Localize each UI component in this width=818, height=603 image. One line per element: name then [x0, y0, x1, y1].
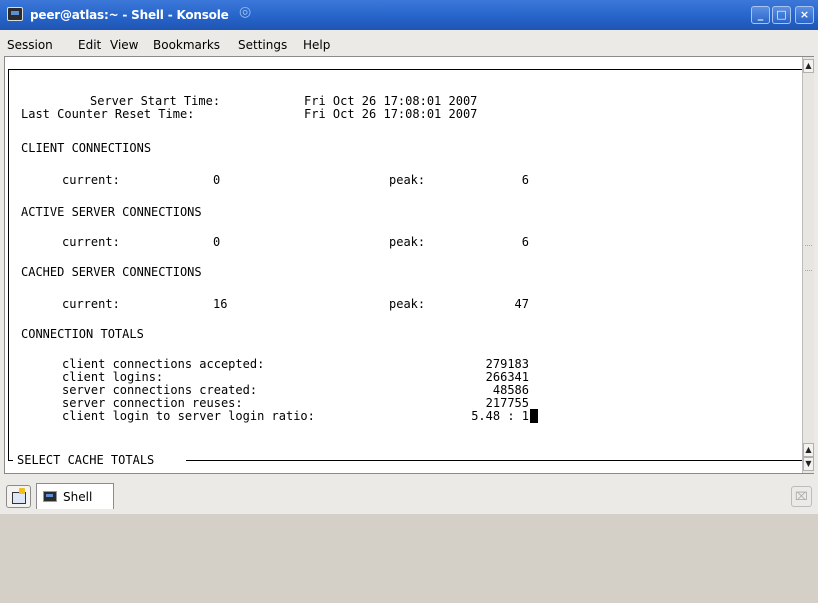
total-label: server connection reuses:: [62, 396, 243, 410]
window-title: peer@atlas:~ - Shell - Konsole: [30, 8, 229, 22]
scrollbar-grip[interactable]: [805, 245, 812, 271]
total-value: 217755: [485, 396, 529, 410]
total-label: server connections created:: [62, 383, 258, 397]
frame-border-bottom-right: [186, 460, 809, 461]
menu-view[interactable]: View: [110, 38, 138, 52]
section-heading: CLIENT CONNECTIONS: [21, 141, 152, 155]
menu-settings[interactable]: Settings: [238, 38, 287, 52]
title-bar[interactable]: peer@atlas:~ - Shell - Konsole ◎ _ □ ×: [0, 0, 818, 30]
server-start-label: Server Start Time:: [90, 94, 221, 108]
total-value: 48586: [492, 383, 529, 397]
current-label: current:: [62, 297, 120, 311]
current-value: 0: [213, 235, 221, 249]
menu-edit[interactable]: Edit: [78, 38, 101, 52]
close-button[interactable]: ×: [795, 6, 814, 24]
section-heading: ACTIVE SERVER CONNECTIONS: [21, 205, 202, 219]
new-session-button[interactable]: [6, 485, 31, 508]
terminal-icon: [43, 491, 57, 502]
totals-heading: CONNECTION TOTALS: [21, 327, 144, 341]
bell-icon: ◎: [239, 4, 252, 20]
menu-session[interactable]: Session: [7, 38, 53, 52]
minimize-button[interactable]: _: [751, 6, 770, 24]
maximize-button[interactable]: □: [772, 6, 791, 24]
current-label: current:: [62, 235, 120, 249]
vertical-scrollbar[interactable]: ▲ ▲ ▼: [802, 57, 814, 473]
current-label: current:: [62, 173, 120, 187]
peak-value: 6: [521, 173, 529, 187]
menu-help[interactable]: Help: [303, 38, 330, 52]
konsole-icon[interactable]: [7, 7, 23, 21]
counter-reset-label: Last Counter Reset Time:: [21, 107, 195, 121]
menu-bookmarks[interactable]: Bookmarks: [153, 38, 220, 52]
box-title: SELECT CACHE TOTALS: [15, 453, 157, 467]
scroll-down-arrow-icon[interactable]: ▼: [803, 457, 814, 471]
section-heading: CACHED SERVER CONNECTIONS: [21, 265, 202, 279]
server-start-value: Fri Oct 26 17:08:01 2007: [304, 94, 478, 108]
tab-shell[interactable]: Shell: [36, 483, 114, 509]
konsole-window: peer@atlas:~ - Shell - Konsole ◎ _ □ × S…: [0, 0, 818, 514]
current-value: 0: [213, 173, 221, 187]
menu-bar: Session Edit View Bookmarks Settings Hel…: [0, 30, 818, 56]
peak-label: peak:: [389, 297, 426, 311]
scroll-up-arrow-icon[interactable]: ▲: [803, 443, 814, 457]
peak-label: peak:: [389, 173, 426, 187]
frame-border-top: [8, 69, 809, 70]
terminal-area[interactable]: Server Start Time: Fri Oct 26 17:08:01 2…: [4, 56, 814, 474]
terminal-text: Server Start Time: Fri Oct 26 17:08:01 2…: [5, 57, 538, 603]
close-session-button[interactable]: ⌧: [791, 486, 812, 507]
total-value: 266341: [485, 370, 529, 384]
peak-label: peak:: [389, 235, 426, 249]
current-value: 16: [213, 297, 228, 311]
total-value: 5.48 : 1: [471, 409, 529, 423]
tab-label: Shell: [63, 490, 93, 504]
terminal-cursor: [530, 409, 538, 423]
tab-bar: Shell ⌧: [0, 478, 818, 514]
total-label: client logins:: [62, 370, 164, 384]
total-label: client login to server login ratio:: [62, 409, 315, 423]
counter-reset-value: Fri Oct 26 17:08:01 2007: [304, 107, 478, 121]
total-label: client connections accepted:: [62, 357, 265, 371]
peak-value: 6: [521, 235, 529, 249]
peak-value: 47: [514, 297, 529, 311]
scroll-up-arrow-icon[interactable]: ▲: [803, 59, 814, 73]
total-value: 279183: [485, 357, 529, 371]
